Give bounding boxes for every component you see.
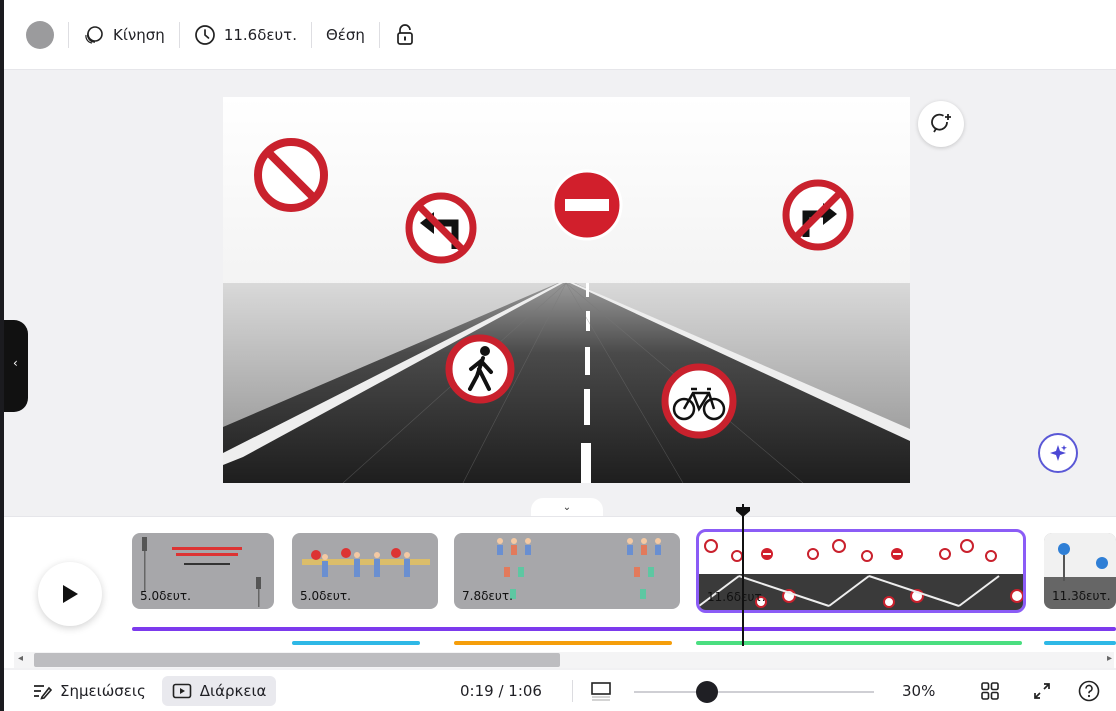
magic-sparkle-icon [1050, 445, 1067, 461]
duration-label: 11.6δευτ. [223, 25, 297, 44]
clip-duration: 5.0δευτ. [300, 589, 351, 603]
no-bicycles-icon [661, 363, 737, 439]
duration-button[interactable]: 11.6δευτ. [194, 24, 297, 46]
playhead[interactable] [742, 504, 744, 646]
timeline-clip-1[interactable]: 5.0δευτ. [132, 533, 274, 609]
notes-label: Σημειώσεις [60, 681, 146, 700]
notes-button[interactable]: Σημειώσεις [22, 676, 156, 706]
position-label: Θέση [325, 25, 365, 44]
color-swatch-button[interactable] [26, 20, 54, 49]
help-icon[interactable] [1078, 680, 1100, 702]
duration-toggle-label: Διάρκεια [199, 681, 267, 700]
no-pedestrians-icon [445, 334, 515, 404]
animation-button[interactable]: Κίνηση [83, 24, 165, 46]
duration-icon [172, 683, 192, 698]
clip-underline [1044, 641, 1116, 645]
animation-icon [85, 25, 103, 44]
page-layout-icon[interactable] [590, 680, 612, 702]
grid-view-icon[interactable] [980, 681, 1000, 701]
clip-underline [454, 641, 672, 645]
side-panel-toggle[interactable]: ‹ [4, 320, 28, 412]
zoom-level: 30% [902, 682, 936, 700]
timeline-collapse-toggle[interactable]: ⌄ [531, 498, 603, 516]
notes-icon [34, 684, 52, 700]
scroll-right-icon[interactable]: ▸ [1107, 653, 1112, 664]
toolbar-separator [310, 21, 312, 48]
magic-assistant-button[interactable] [1038, 433, 1078, 473]
toolbar-separator [178, 21, 180, 48]
toolbar-separator [378, 21, 380, 48]
no-entry-circle-icon [254, 138, 328, 212]
audio-track[interactable] [132, 627, 1116, 631]
clock-icon [194, 24, 215, 45]
zoom-slider-handle[interactable] [696, 681, 718, 703]
footer-bar: Σημειώσεις Διάρκεια 0:19 / 1:06 30% [4, 670, 1116, 711]
playhead-handle[interactable] [735, 506, 751, 518]
clip-duration: 11.6δευτ. [707, 590, 766, 604]
scroll-left-icon[interactable]: ◂ [18, 653, 23, 664]
lock-icon [397, 23, 413, 45]
add-comment-button[interactable] [918, 101, 964, 147]
toolbar-separator [68, 21, 69, 48]
slide-canvas[interactable] [223, 97, 910, 483]
chevron-left-icon: ‹ [13, 356, 18, 370]
clip-underline [696, 641, 1022, 645]
timeline: 5.0δευτ. 5.0δευτ. 7.8δευτ. 11.6δευτ. 11.… [4, 516, 1116, 668]
no-right-turn-icon [782, 179, 854, 251]
playback-time: 0:19 / 1:06 [460, 682, 542, 700]
timeline-clip-2[interactable]: 5.0δευτ. [292, 533, 438, 609]
timeline-clip-3[interactable]: 7.8δευτ. [454, 533, 680, 609]
timeline-clip-5[interactable]: 11.3δευτ. [1044, 533, 1116, 609]
slide-artwork [223, 97, 910, 483]
fullscreen-icon[interactable] [1032, 681, 1052, 701]
timeline-clip-4-selected[interactable]: 11.6δευτ. [696, 529, 1026, 613]
position-button[interactable]: Θέση [326, 26, 365, 44]
play-button[interactable] [38, 562, 102, 626]
clip-duration: 7.8δευτ. [462, 589, 513, 603]
zoom-slider-track[interactable] [634, 691, 874, 693]
clip-duration: 11.3δευτ. [1052, 589, 1111, 603]
no-left-turn-icon [405, 192, 477, 264]
play-icon [63, 585, 78, 603]
duration-toggle-button[interactable]: Διάρκεια [161, 675, 277, 706]
clip-duration: 5.0δευτ. [140, 589, 191, 603]
animation-label: Κίνηση [113, 25, 165, 44]
add-comment-icon [931, 113, 951, 133]
lock-button[interactable] [394, 23, 416, 47]
top-toolbar: Κίνηση 11.6δευτ. Θέση [4, 0, 1116, 70]
timeline-scrollbar[interactable]: ◂ ▸ [14, 652, 1114, 668]
scroll-thumb[interactable] [34, 653, 560, 667]
chevron-down-icon: ⌄ [562, 501, 572, 513]
clip-underline [292, 641, 420, 645]
footer-separator [572, 680, 573, 702]
no-entry-bar-icon [551, 169, 623, 241]
